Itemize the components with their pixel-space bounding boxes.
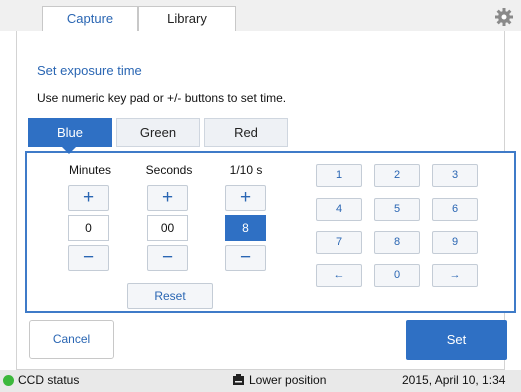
tenths-plus-button[interactable]: +: [225, 185, 266, 211]
position-status-text: Lower position: [249, 373, 327, 387]
ccd-status-text: CCD status: [18, 373, 80, 387]
channel-tab-blue[interactable]: Blue: [28, 118, 112, 147]
keypad-8-button[interactable]: 8: [374, 231, 420, 254]
tab-capture[interactable]: Capture: [42, 6, 138, 31]
seconds-plus-button[interactable]: +: [147, 185, 188, 211]
keypad-3-button[interactable]: 3: [432, 164, 478, 187]
keypad-1-button[interactable]: 1: [316, 164, 362, 187]
active-tab-indicator: [61, 146, 77, 154]
minutes-label: Minutes: [68, 163, 112, 177]
cancel-button[interactable]: Cancel: [29, 320, 114, 359]
keypad-4-button[interactable]: 4: [316, 198, 362, 221]
minutes-value[interactable]: 0: [68, 215, 109, 241]
datetime-text: 2015, April 10, 1:34: [402, 373, 506, 387]
tenths-value[interactable]: 8: [225, 215, 266, 241]
keypad-left-arrow-button[interactable]: ←: [316, 264, 362, 287]
ccd-status-indicator-icon: [3, 375, 14, 386]
keypad-5-button[interactable]: 5: [374, 198, 420, 221]
seconds-label: Seconds: [145, 163, 193, 177]
gear-icon[interactable]: [494, 7, 514, 27]
keypad-6-button[interactable]: 6: [432, 198, 478, 221]
keypad-2-button[interactable]: 2: [374, 164, 420, 187]
keypad-right-arrow-button[interactable]: →: [432, 264, 478, 287]
channel-tab-green[interactable]: Green: [116, 118, 200, 147]
tenths-label: 1/10 s: [229, 163, 263, 177]
seconds-value[interactable]: 00: [147, 215, 188, 241]
tab-library[interactable]: Library: [138, 6, 236, 31]
set-button[interactable]: Set: [406, 320, 507, 360]
seconds-minus-button[interactable]: −: [147, 245, 188, 271]
tenths-minus-button[interactable]: −: [225, 245, 266, 271]
camera-icon: [233, 374, 244, 385]
keypad-9-button[interactable]: 9: [432, 231, 478, 254]
minutes-minus-button[interactable]: −: [68, 245, 109, 271]
instruction-text: Use numeric key pad or +/- buttons to se…: [37, 91, 287, 105]
channel-tab-red[interactable]: Red: [204, 118, 288, 147]
keypad-0-button[interactable]: 0: [374, 264, 420, 287]
section-heading: Set exposure time: [37, 63, 142, 78]
keypad-7-button[interactable]: 7: [316, 231, 362, 254]
reset-button[interactable]: Reset: [127, 283, 213, 309]
minutes-plus-button[interactable]: +: [68, 185, 109, 211]
